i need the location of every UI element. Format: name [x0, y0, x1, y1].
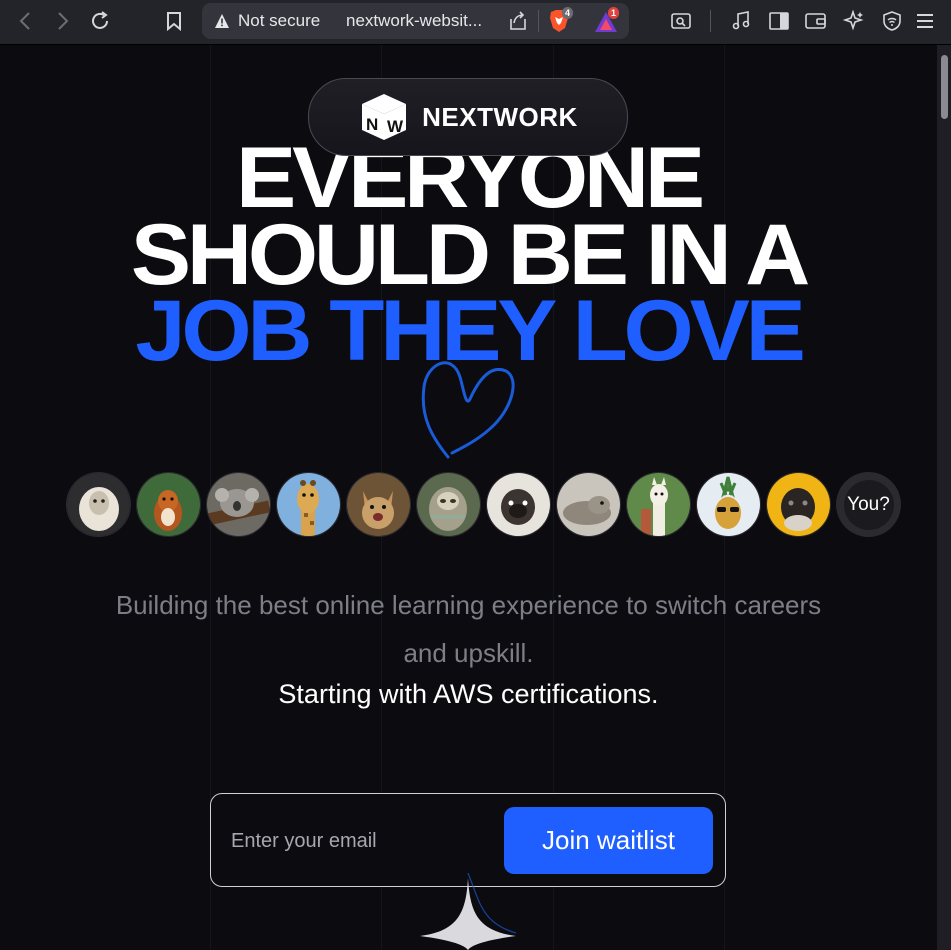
menu-icon[interactable]: [912, 8, 938, 34]
warning-icon: [215, 14, 229, 28]
svg-text:N: N: [366, 115, 378, 134]
svg-text:W: W: [387, 117, 404, 136]
page-content: N W NEXTWORK EVERYONE SHOULD BE IN A JOB…: [0, 45, 937, 950]
music-icon[interactable]: [728, 8, 754, 34]
sparkle-icon: [420, 873, 516, 950]
reload-icon[interactable]: [87, 8, 113, 34]
rewards-badge: 1: [608, 7, 620, 19]
avatar-pug-yellow: [766, 472, 831, 537]
avatar-seal: [556, 472, 621, 537]
avatar-pineapple: [696, 472, 761, 537]
avatar-row: You?: [66, 472, 901, 537]
you-label: You?: [843, 479, 894, 530]
scrollbar-thumb[interactable]: [941, 55, 948, 119]
reader-mode-icon[interactable]: [668, 8, 694, 34]
intro-text-line-1: Building the best online learning experi…: [115, 590, 822, 620]
nextwork-cube-icon: N W: [362, 94, 407, 140]
avatar-sheep: [66, 472, 131, 537]
join-waitlist-button[interactable]: Join waitlist: [504, 807, 713, 874]
intro-text-line-2: and upskill.: [403, 638, 534, 668]
url-text[interactable]: nextwork-websit...: [346, 11, 482, 31]
avatar-squirrel: [136, 472, 201, 537]
bookmark-icon[interactable]: [161, 8, 187, 34]
address-bar[interactable]: Not secure nextwork-websit... 4 1: [202, 3, 629, 39]
leo-ai-icon[interactable]: [841, 8, 867, 34]
scrollbar[interactable]: [937, 45, 951, 950]
sidebar-icon[interactable]: [766, 8, 792, 34]
brave-badge: 4: [562, 7, 574, 19]
share-icon[interactable]: [508, 11, 528, 31]
avatar-alpaca: [626, 472, 691, 537]
vpn-icon[interactable]: [879, 8, 905, 34]
divider: [710, 10, 711, 32]
aws-highlight: Starting with AWS certifications.: [278, 679, 659, 709]
you-avatar: You?: [836, 472, 901, 537]
back-icon[interactable]: [12, 8, 38, 34]
brave-rewards-icon[interactable]: 1: [594, 7, 620, 38]
wallet-icon[interactable]: [803, 8, 829, 34]
headline-line-2: SHOULD BE IN A: [130, 207, 811, 303]
avatar-giraffe: [276, 472, 341, 537]
heart-doodle-icon: [421, 361, 515, 459]
brave-shields-icon[interactable]: 4: [548, 7, 574, 38]
forward-icon[interactable]: [50, 8, 76, 34]
avatar-koala: [206, 472, 271, 537]
nextwork-logo[interactable]: N W NEXTWORK: [308, 78, 628, 156]
avatar-sloth: [416, 472, 481, 537]
avatar-cat: [346, 472, 411, 537]
browser-toolbar: Not secure nextwork-websit... 4 1: [0, 0, 951, 45]
email-input[interactable]: [229, 818, 503, 864]
security-label[interactable]: Not secure: [238, 11, 320, 31]
avatar-pug: [486, 472, 551, 537]
logo-wordmark: NEXTWORK: [422, 101, 578, 132]
divider: [538, 10, 539, 32]
